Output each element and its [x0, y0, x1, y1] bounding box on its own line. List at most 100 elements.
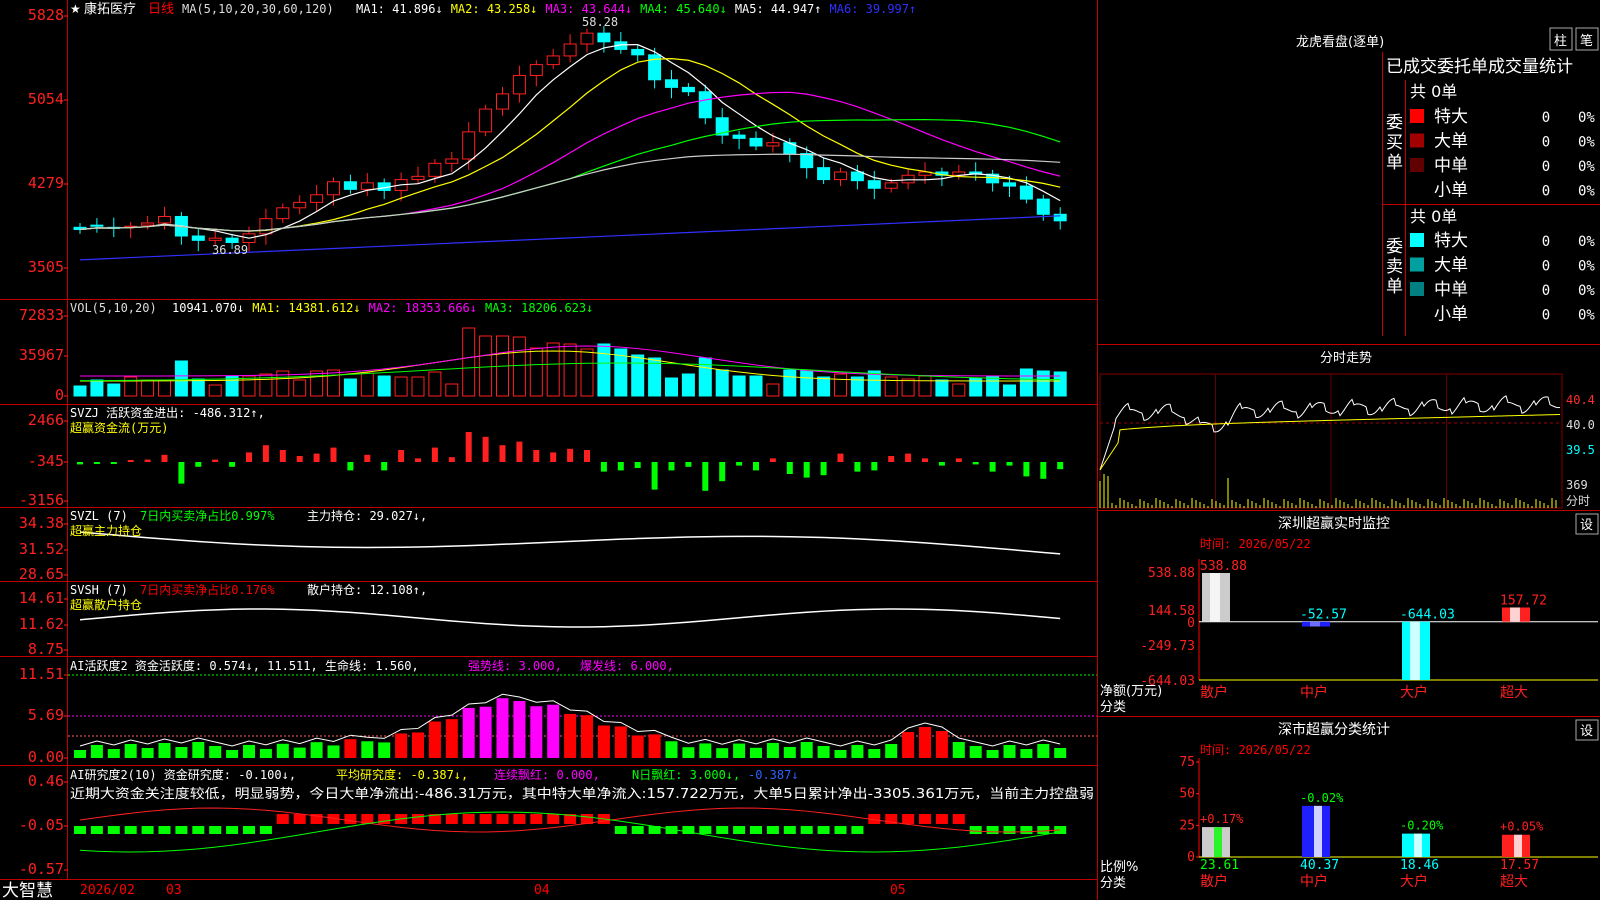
category-label: 超大	[1500, 685, 1528, 701]
order-count: 0	[1542, 234, 1550, 250]
category-label: 中户	[1300, 684, 1328, 701]
candle[interactable]	[445, 158, 459, 164]
candle[interactable]	[901, 174, 915, 184]
candle[interactable]	[665, 79, 678, 88]
bar-tick: 538.88	[1148, 566, 1195, 581]
candle[interactable]	[1003, 182, 1016, 187]
order-percent: 0%	[1578, 110, 1595, 126]
vol-label: VOL(5,10,20)	[70, 301, 157, 315]
svzj-bar	[398, 450, 405, 462]
candle[interactable]	[817, 167, 831, 181]
volume-bar	[935, 379, 949, 397]
vertical-char: 买	[1386, 133, 1403, 153]
ai2-bar	[141, 826, 154, 834]
svzj-bar	[415, 458, 421, 462]
svzj-bar	[110, 462, 117, 464]
candle[interactable]	[631, 48, 645, 56]
candle[interactable]	[462, 131, 476, 160]
svzj-bar	[955, 458, 962, 462]
order-type-label: 小单	[1434, 305, 1468, 325]
candle[interactable]	[732, 134, 746, 139]
candle[interactable]	[90, 224, 104, 227]
candle[interactable]	[563, 43, 577, 57]
candle[interactable]	[259, 218, 273, 235]
ai-bar	[530, 706, 543, 758]
candle[interactable]	[191, 235, 205, 241]
svzj-bar	[516, 441, 523, 462]
svzj-bar	[888, 456, 895, 462]
svzj-bar	[144, 459, 151, 462]
candle[interactable]	[546, 55, 560, 66]
sz-monitor-title: 深圳超赢实时监控	[1278, 515, 1390, 532]
volume-bar	[327, 369, 340, 397]
candle[interactable]	[360, 182, 374, 190]
period-label[interactable]: 日线	[148, 2, 174, 17]
candle[interactable]	[1019, 185, 1033, 200]
svzj-bar	[685, 462, 692, 467]
candle[interactable]	[276, 207, 290, 220]
candle[interactable]	[293, 201, 307, 209]
intraday-tick-0: 40.4	[1566, 393, 1595, 407]
category-bar-shine	[1210, 573, 1220, 622]
candle[interactable]	[698, 91, 712, 119]
candle[interactable]	[580, 32, 594, 45]
candle[interactable]	[800, 153, 814, 169]
svzl-label: SVZL (7)	[70, 509, 128, 523]
candle[interactable]	[496, 93, 509, 110]
candle[interactable]	[208, 237, 222, 241]
ai2-bar	[986, 826, 999, 834]
chart-canvas[interactable]: 5828 5054 4279 3505 72833 35967 0 2466 -345 -3156…	[0, 0, 1600, 900]
candle[interactable]	[681, 86, 695, 93]
order-count: 0	[1542, 184, 1550, 200]
order-percent: 0%	[1578, 184, 1595, 200]
ai-bar	[750, 747, 762, 758]
candle[interactable]	[479, 108, 493, 133]
vertical-char: 委	[1386, 113, 1403, 133]
ai-bar	[699, 743, 712, 758]
candle[interactable]	[327, 181, 340, 196]
svzj-tick: -345	[28, 452, 64, 470]
candle[interactable]	[1053, 213, 1067, 222]
candle[interactable]	[310, 194, 324, 203]
sz-class-time: 时间: 2026/05/22	[1200, 743, 1311, 757]
high-price-mark: 58.28	[582, 15, 618, 29]
bar-change: -0.20%	[1400, 819, 1444, 833]
candle[interactable]	[867, 180, 881, 189]
candle[interactable]	[1036, 198, 1050, 215]
candle[interactable]	[850, 171, 864, 182]
candle[interactable]	[749, 137, 763, 147]
ai-bar	[327, 745, 340, 758]
ai-bar	[158, 742, 171, 758]
candle[interactable]	[428, 162, 442, 177]
svzj-bar	[431, 447, 438, 462]
svsh-sub: 超赢散户持仓	[70, 597, 142, 612]
candle[interactable]	[158, 215, 171, 224]
candle[interactable]	[597, 32, 611, 43]
candle[interactable]	[411, 175, 425, 181]
intraday-price-line	[1099, 395, 1561, 471]
svsh-tick: 14.61	[19, 589, 64, 607]
svzj-bar	[600, 462, 607, 472]
candle[interactable]	[343, 181, 357, 190]
sell-total: 共 0单	[1410, 207, 1457, 226]
svzj-bar	[972, 462, 979, 465]
ai2-bar	[107, 826, 120, 834]
ai2-bar	[614, 826, 627, 834]
stock-name[interactable]: 康拓医疗	[84, 1, 136, 17]
candle[interactable]	[141, 222, 155, 226]
candle[interactable]	[512, 74, 526, 95]
candle[interactable]	[834, 171, 847, 181]
candle[interactable]	[766, 142, 780, 147]
bar-tick: 50	[1179, 787, 1195, 802]
candle[interactable]	[884, 182, 898, 189]
order-color-swatch	[1410, 233, 1424, 247]
svzj-bar	[1040, 462, 1047, 479]
ai-bar	[259, 748, 272, 758]
ai-bar	[209, 745, 222, 758]
ai2-bar	[733, 826, 746, 834]
vol-values: 10941.070↓ MA1: 14381.612↓ MA2: 18353.666↓…	[172, 301, 593, 315]
candle[interactable]	[529, 64, 543, 76]
candle[interactable]	[225, 237, 239, 244]
svzj-bar	[786, 462, 793, 474]
ai-tick: 11.51	[19, 665, 64, 683]
